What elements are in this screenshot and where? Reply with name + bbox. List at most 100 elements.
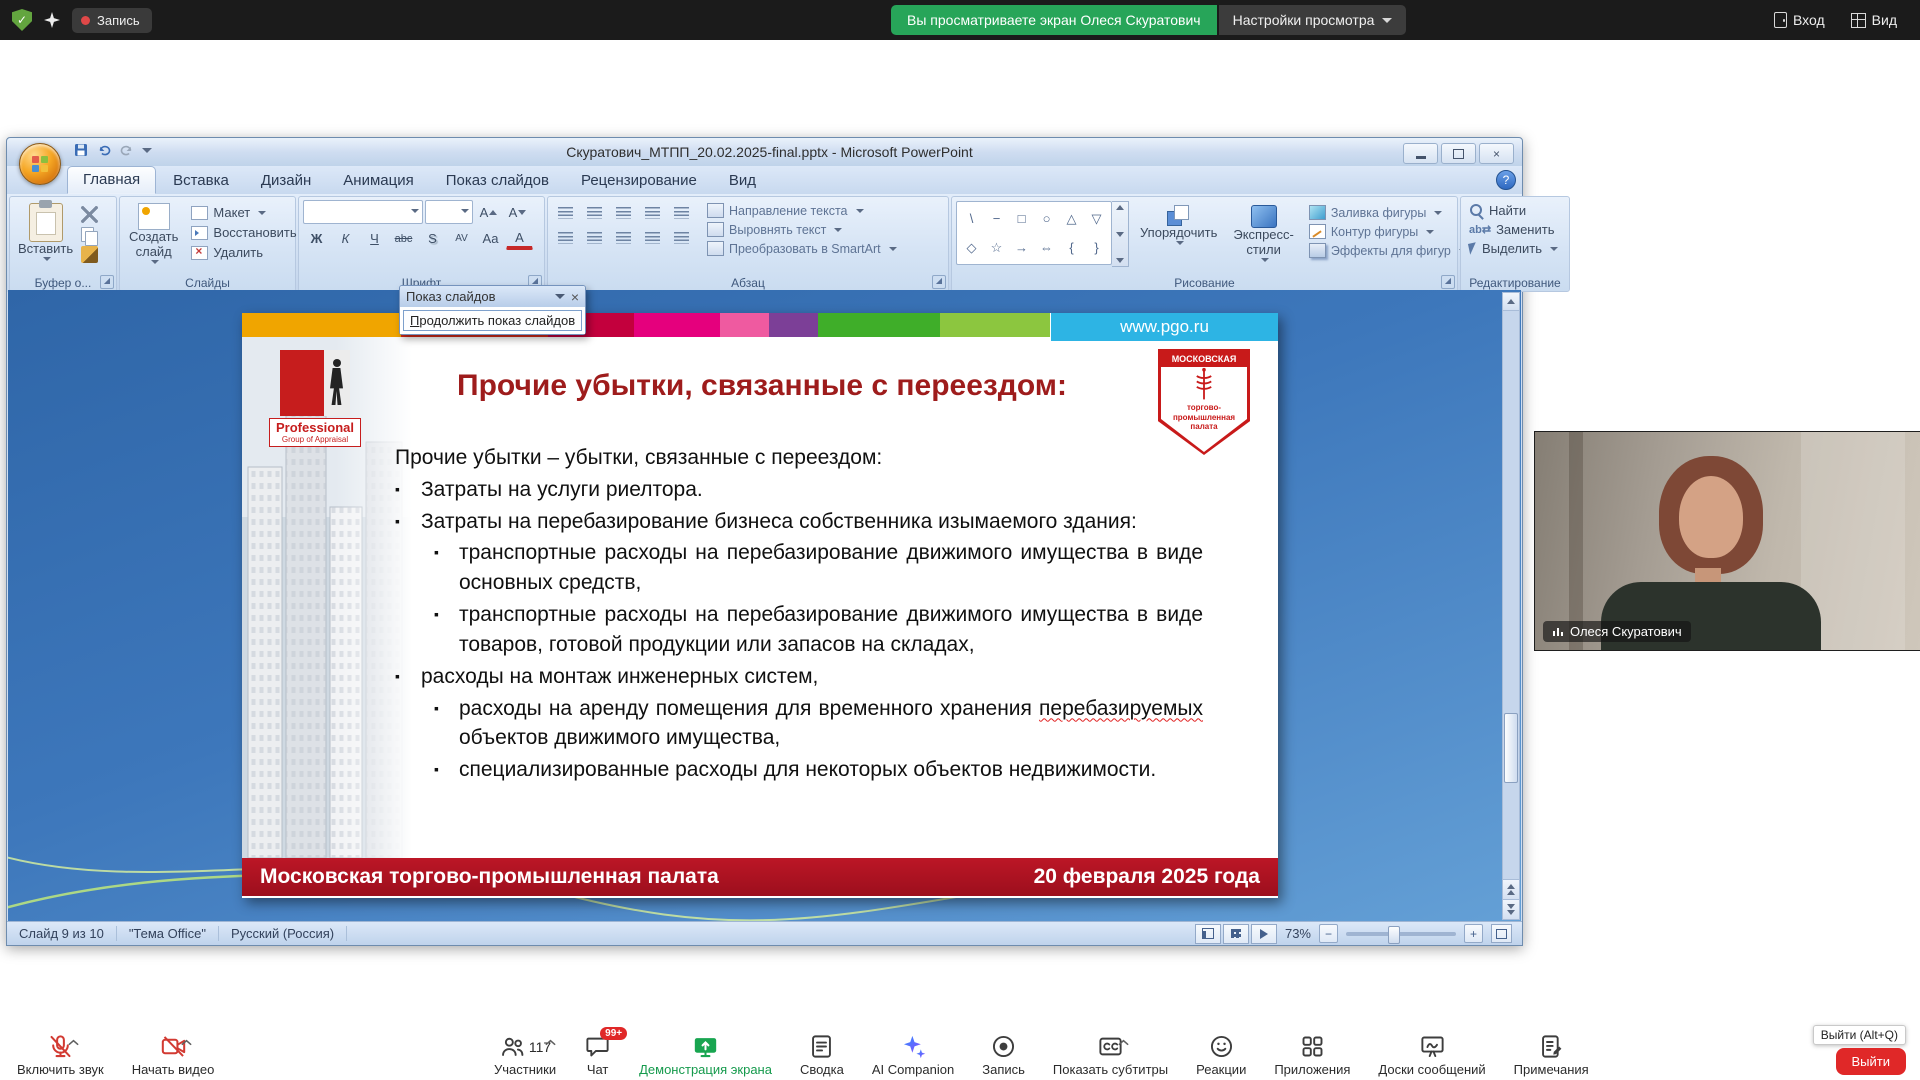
- shape-glyph-5[interactable]: △: [1059, 204, 1084, 233]
- layout-button[interactable]: Макет: [187, 203, 300, 222]
- close-icon[interactable]: ×: [571, 290, 579, 304]
- help-button[interactable]: ?: [1496, 170, 1516, 190]
- view-settings-button[interactable]: Настройки просмотра: [1219, 5, 1407, 35]
- fit-to-window-button[interactable]: [1491, 924, 1512, 943]
- redo-icon[interactable]: [119, 142, 135, 158]
- ppt-tab-3[interactable]: Дизайн: [246, 168, 326, 194]
- mic-off-menu-chevron[interactable]: [67, 1034, 80, 1043]
- toolbar-participants-button[interactable]: 117Участники: [487, 1032, 563, 1077]
- theme-indicator[interactable]: "Тема Office": [117, 926, 219, 941]
- toolbar-reactions-button[interactable]: Реакции: [1189, 1032, 1253, 1077]
- columns-button[interactable]: [668, 226, 695, 249]
- toolbar-video-off-button[interactable]: Начать видео: [125, 1032, 222, 1077]
- shape-effects-button[interactable]: Эффекты для фигур: [1305, 242, 1471, 259]
- ppt-tab-1[interactable]: Главная: [67, 166, 156, 194]
- font-size-combo[interactable]: [425, 200, 473, 224]
- decrease-indent-button[interactable]: [610, 201, 637, 224]
- toolbar-record-button[interactable]: Запись: [975, 1032, 1032, 1077]
- view-button[interactable]: Вид: [1842, 7, 1906, 33]
- shape-glyph-8[interactable]: ☆: [984, 233, 1009, 262]
- toolbar-apps-button[interactable]: Приложения: [1267, 1032, 1357, 1077]
- text-direction-button[interactable]: Направление текста: [703, 202, 901, 219]
- toolbar-captions-button[interactable]: Показать субтитры: [1046, 1032, 1175, 1077]
- copy-icon[interactable]: [81, 227, 94, 242]
- office-button[interactable]: [19, 143, 61, 185]
- increase-indent-button[interactable]: [639, 201, 666, 224]
- convert-smartart-button[interactable]: Преобразовать в SmartArt: [703, 240, 901, 257]
- leave-button[interactable]: Выйти: [1836, 1048, 1907, 1075]
- bullets-button[interactable]: [552, 201, 579, 224]
- participant-video-tile[interactable]: Олеся Скуратович: [1534, 431, 1920, 651]
- toolbar-notes-button[interactable]: Примечания: [1507, 1032, 1596, 1077]
- change-case-button[interactable]: Аа: [477, 227, 504, 250]
- toolbar-chat-button[interactable]: 99+Чат: [577, 1032, 618, 1077]
- numbering-button[interactable]: [581, 201, 608, 224]
- shape-glyph-7[interactable]: ◇: [959, 233, 984, 262]
- scroll-up-button[interactable]: [1503, 293, 1519, 311]
- toolbar-ai-button[interactable]: AI Companion: [865, 1032, 961, 1077]
- sparkle-icon[interactable]: [44, 12, 60, 28]
- resume-slideshow-button[interactable]: Продолжить показ слайдов: [403, 310, 582, 331]
- paragraph-dialog-launcher[interactable]: ◢: [932, 275, 946, 289]
- align-center-button[interactable]: [581, 226, 608, 249]
- shape-glyph-4[interactable]: ○: [1034, 204, 1059, 233]
- reset-button[interactable]: Восстановить: [187, 223, 300, 242]
- clipboard-dialog-launcher[interactable]: ◢: [100, 275, 114, 289]
- format-painter-icon[interactable]: [81, 246, 98, 263]
- ppt-tab-2[interactable]: Вставка: [158, 168, 244, 194]
- scrollbar-thumb[interactable]: [1504, 713, 1518, 783]
- language-indicator[interactable]: Русский (Россия): [219, 926, 347, 941]
- select-button[interactable]: Выделить: [1465, 239, 1565, 258]
- justify-button[interactable]: [639, 226, 666, 249]
- align-right-button[interactable]: [610, 226, 637, 249]
- security-shield-icon[interactable]: ✓: [12, 9, 32, 31]
- font-color-button[interactable]: А: [506, 228, 533, 250]
- zoom-slider[interactable]: [1346, 932, 1456, 936]
- text-shadow-button[interactable]: S: [419, 227, 446, 250]
- toolbar-summary-button[interactable]: Сводка: [793, 1032, 851, 1077]
- slide-sorter-button[interactable]: [1223, 924, 1249, 944]
- shape-glyph-9[interactable]: →: [1009, 233, 1034, 262]
- ppt-tab-4[interactable]: Анимация: [328, 168, 428, 194]
- bold-button[interactable]: Ж: [303, 227, 330, 250]
- drawing-dialog-launcher[interactable]: ◢: [1441, 275, 1455, 289]
- align-text-button[interactable]: Выровнять текст: [703, 221, 901, 238]
- maximize-button[interactable]: [1441, 143, 1476, 164]
- line-spacing-button[interactable]: [668, 201, 695, 224]
- shape-glyph-6[interactable]: ▽: [1084, 204, 1109, 233]
- toolbar-share-button[interactable]: Демонстрация экрана: [632, 1032, 779, 1077]
- toolbar-whiteboard-button[interactable]: Доски сообщений: [1371, 1032, 1492, 1077]
- chevron-down-icon[interactable]: [555, 294, 565, 299]
- undo-icon[interactable]: [96, 142, 112, 158]
- cut-icon[interactable]: [81, 206, 98, 223]
- replace-button[interactable]: ab⇄ Заменить: [1465, 220, 1565, 239]
- normal-view-button[interactable]: [1195, 924, 1221, 944]
- shape-glyph-10[interactable]: ⇔: [1034, 233, 1059, 262]
- zoom-out-button[interactable]: −: [1319, 924, 1338, 943]
- align-left-button[interactable]: [552, 226, 579, 249]
- delete-button[interactable]: Удалить: [187, 243, 300, 262]
- slideshow-view-button[interactable]: [1251, 924, 1277, 944]
- find-button[interactable]: Найти: [1465, 201, 1565, 220]
- slide-canvas[interactable]: www.pgo.ru Professional Group of Apprais…: [242, 313, 1278, 898]
- ppt-tab-7[interactable]: Вид: [714, 168, 771, 194]
- toolbar-mic-off-button[interactable]: Включить звук: [10, 1032, 111, 1077]
- shape-glyph-1[interactable]: \: [959, 204, 984, 233]
- previous-slide-button[interactable]: [1503, 879, 1519, 899]
- shape-glyph-11[interactable]: {: [1059, 233, 1084, 262]
- shrink-font-button[interactable]: А: [504, 201, 531, 224]
- video-off-menu-chevron[interactable]: [180, 1034, 193, 1043]
- save-icon[interactable]: [73, 142, 89, 158]
- underline-button[interactable]: Ч: [361, 227, 388, 250]
- participants-menu-chevron[interactable]: [544, 1034, 557, 1043]
- ppt-title-bar[interactable]: Скуратович_МТПП_20.02.2025-final.pptx - …: [7, 138, 1522, 166]
- font-name-combo[interactable]: [303, 200, 423, 224]
- quick-styles-button[interactable]: Экспресс-стили: [1228, 201, 1299, 287]
- shape-glyph-3[interactable]: □: [1009, 204, 1034, 233]
- shape-fill-button[interactable]: Заливка фигуры: [1305, 204, 1471, 221]
- ppt-tab-5[interactable]: Показ слайдов: [431, 168, 564, 194]
- arrange-button[interactable]: Упорядочить: [1135, 201, 1222, 287]
- shape-outline-button[interactable]: Контур фигуры: [1305, 223, 1471, 240]
- shapes-gallery-scrollbar[interactable]: [1112, 201, 1129, 267]
- close-button[interactable]: ×: [1479, 143, 1514, 164]
